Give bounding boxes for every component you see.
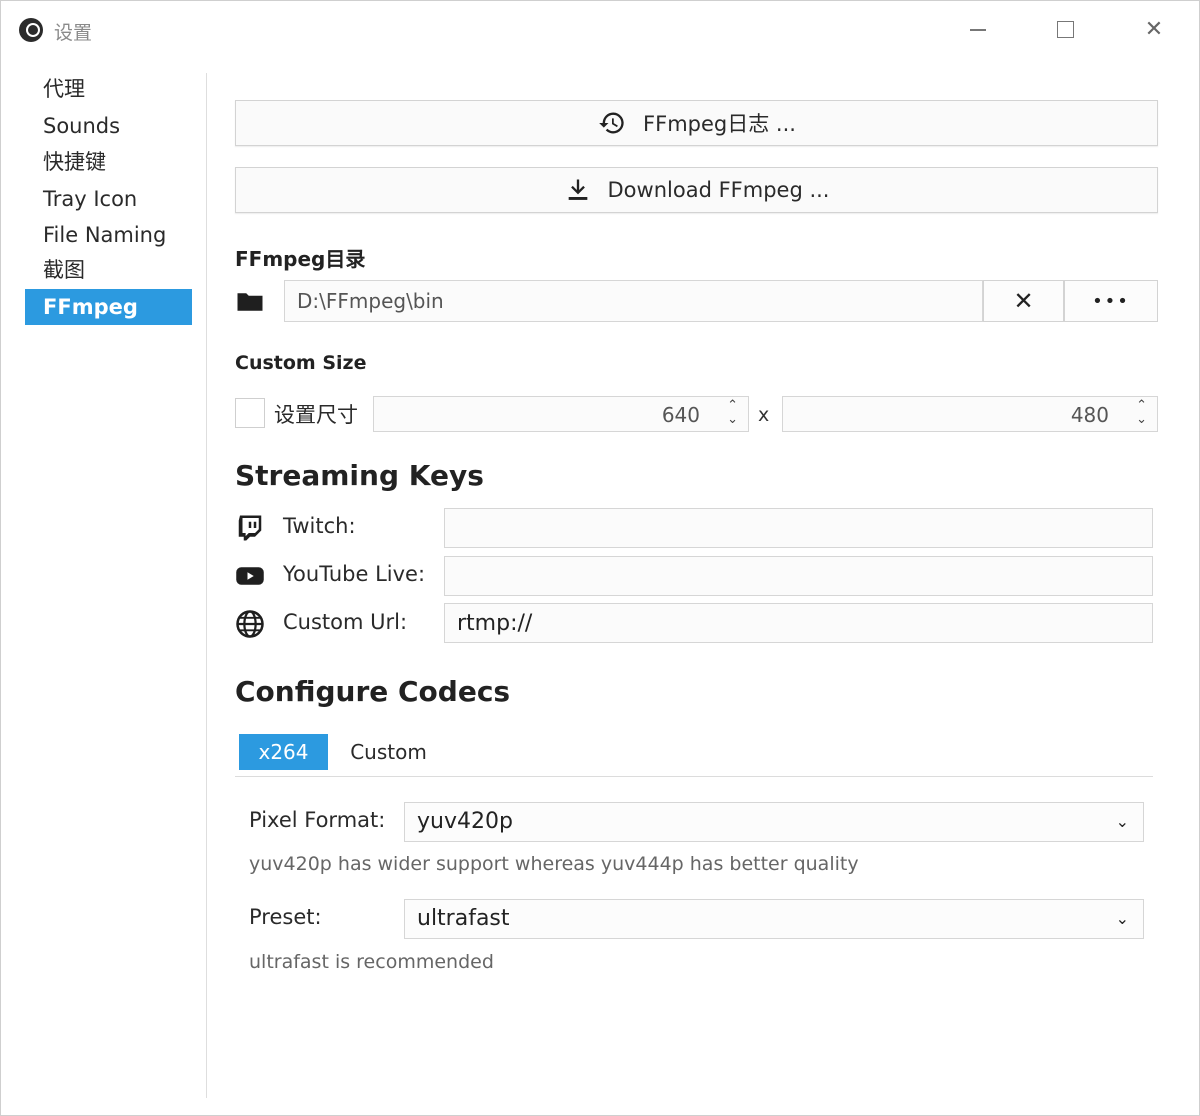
pixel-format-select[interactable]: yuv420p ⌄: [404, 802, 1144, 842]
settings-window: 设置 ✕ 代理 Sounds 快捷键 Tray Icon File Naming…: [0, 0, 1200, 1116]
window-title: 设置: [54, 22, 93, 44]
sidebar-item-file-naming[interactable]: File Naming: [25, 217, 192, 253]
app-logo-icon: [19, 18, 43, 42]
ffmpeg-log-button[interactable]: FFmpeg日志 ...: [235, 100, 1158, 146]
ffmpeg-dir-heading: FFmpeg目录: [235, 247, 366, 271]
preset-hint: ultrafast is recommended: [249, 951, 494, 973]
preset-select[interactable]: ultrafast ⌄: [404, 899, 1144, 939]
chevron-down-icon: ⌄: [1115, 909, 1129, 928]
configure-codecs-heading: Configure Codecs: [235, 675, 511, 708]
width-stepper-icon[interactable]: ⌃ ⌄: [727, 399, 738, 427]
folder-icon: [237, 293, 263, 311]
download-icon: [568, 179, 587, 200]
globe-icon: [236, 610, 264, 638]
streaming-keys-heading: Streaming Keys: [235, 459, 484, 492]
download-ffmpeg-label: Download FFmpeg ...: [607, 178, 830, 202]
sidebar-item-proxy[interactable]: 代理: [25, 71, 192, 107]
ffmpeg-log-label: FFmpeg日志 ...: [643, 112, 796, 136]
sidebar-item-ffmpeg[interactable]: FFmpeg: [25, 289, 192, 325]
width-spinbox[interactable]: 640 ⌃ ⌄: [373, 396, 749, 432]
chevron-down-icon: ⌄: [1115, 812, 1129, 831]
pixel-format-label: Pixel Format:: [249, 808, 386, 832]
custom-url-label: Custom Url:: [283, 610, 408, 634]
sidebar-item-screenshot[interactable]: 截图: [25, 252, 192, 288]
set-size-label: 设置尺寸: [274, 403, 358, 427]
preset-label: Preset:: [249, 905, 322, 929]
maximize-button[interactable]: [1050, 15, 1080, 45]
width-value: 640: [661, 403, 700, 427]
sidebar-item-sounds[interactable]: Sounds: [25, 108, 192, 144]
height-stepper-icon[interactable]: ⌃ ⌄: [1136, 399, 1147, 427]
twitch-icon: [238, 515, 262, 541]
pixel-format-hint: yuv420p has wider support whereas yuv444…: [249, 853, 859, 875]
settings-sidebar: 代理 Sounds 快捷键 Tray Icon File Naming 截图 F…: [1, 69, 206, 1099]
tab-custom[interactable]: Custom: [336, 734, 441, 770]
sidebar-item-tray-icon[interactable]: Tray Icon: [25, 181, 192, 217]
twitch-label: Twitch:: [283, 514, 356, 538]
preset-value: ultrafast: [417, 906, 510, 931]
youtube-key-input[interactable]: [444, 556, 1153, 596]
minimize-button[interactable]: [963, 15, 993, 45]
sidebar-divider: [206, 73, 207, 1098]
title-bar: 设置 ✕: [1, 1, 1200, 61]
close-button[interactable]: ✕: [1139, 15, 1169, 45]
tab-x264[interactable]: x264: [239, 734, 328, 770]
youtube-icon: [236, 567, 264, 585]
history-icon: [599, 112, 624, 134]
set-size-checkbox[interactable]: [235, 398, 265, 428]
ffmpeg-dir-input[interactable]: D:\FFmpeg\bin: [284, 280, 983, 322]
download-ffmpeg-button[interactable]: Download FFmpeg ...: [235, 167, 1158, 213]
clear-dir-button[interactable]: ✕: [983, 280, 1064, 322]
minimize-icon: [970, 29, 986, 31]
browse-dir-button[interactable]: •••: [1064, 280, 1158, 322]
sidebar-item-hotkeys[interactable]: 快捷键: [25, 144, 192, 180]
twitch-key-input[interactable]: [444, 508, 1153, 548]
custom-size-heading: Custom Size: [235, 352, 367, 374]
height-value: 480: [1070, 403, 1109, 427]
tab-divider: [235, 776, 1153, 777]
youtube-label: YouTube Live:: [283, 562, 426, 586]
custom-url-input[interactable]: rtmp://: [444, 603, 1153, 643]
pixel-format-value: yuv420p: [417, 809, 513, 834]
height-spinbox[interactable]: 480 ⌃ ⌄: [782, 396, 1158, 432]
size-separator: x: [758, 404, 770, 426]
maximize-icon: [1056, 21, 1074, 38]
